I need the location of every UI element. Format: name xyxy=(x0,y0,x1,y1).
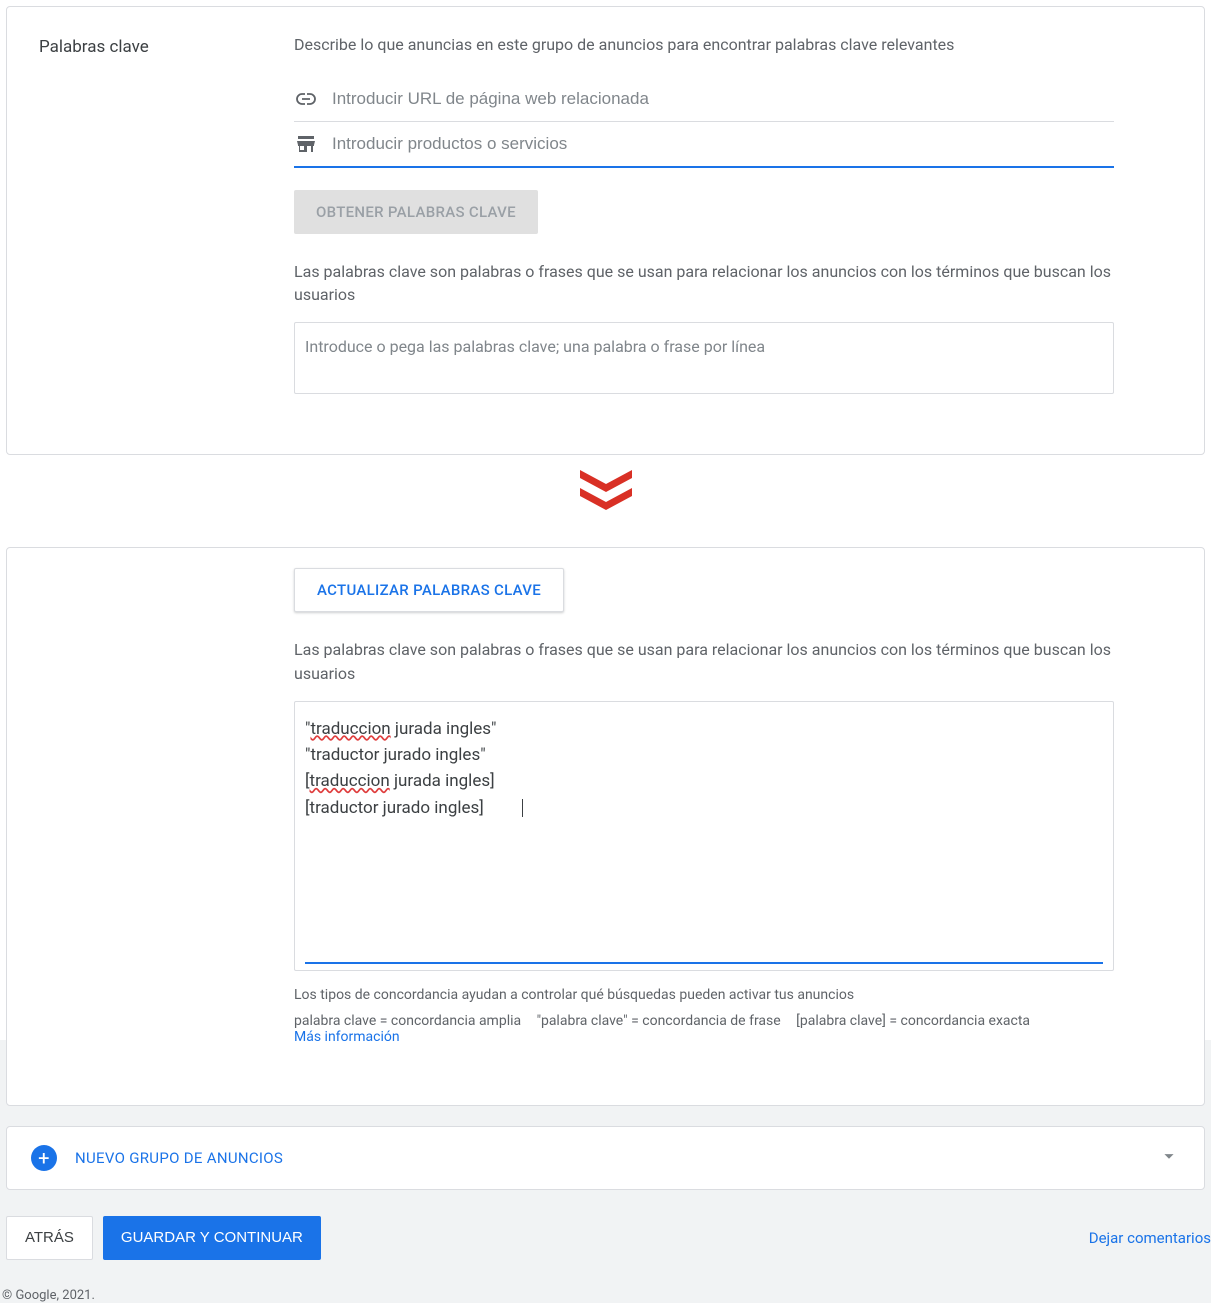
keywords-textarea-content: "traduccion jurada ingles""traductor jur… xyxy=(295,702,1113,962)
scroll-chevron-divider xyxy=(0,455,1211,527)
feedback-link[interactable]: Dejar comentarios xyxy=(1089,1229,1211,1247)
update-keywords-button[interactable]: ACTUALIZAR PALABRAS CLAVE xyxy=(294,568,564,612)
textarea-focus-indicator xyxy=(305,962,1103,964)
wizard-footer: ATRÁS GUARDAR Y CONTINUAR Dejar comentar… xyxy=(0,1190,1211,1260)
plus-icon: + xyxy=(31,1145,57,1171)
keywords-textarea-placeholder: Introduce o pega las palabras clave; una… xyxy=(295,323,1113,393)
keywords-top-main: Describe lo que anuncias en este grupo d… xyxy=(294,35,1114,394)
keyword-line: "traduccion jurada ingles" xyxy=(305,716,1103,742)
get-keywords-button: OBTENER PALABRAS CLAVE xyxy=(294,190,538,234)
legend-broad: palabra clave = concordancia amplia xyxy=(294,1013,521,1029)
products-input-row xyxy=(294,122,1114,168)
keywords-description: Describe lo que anuncias en este grupo d… xyxy=(294,35,1114,54)
keyword-line: "traductor jurado ingles" xyxy=(305,742,1103,768)
storefront-icon xyxy=(294,132,318,156)
keywords-card-bottom: ACTUALIZAR PALABRAS CLAVE Las palabras c… xyxy=(6,547,1205,1105)
products-input[interactable] xyxy=(332,134,1114,154)
double-chevron-down-icon xyxy=(574,470,638,512)
keywords-textarea-bottom[interactable]: "traduccion jurada ingles""traductor jur… xyxy=(294,701,1114,971)
new-ad-group-label: NUEVO GRUPO DE ANUNCIOS xyxy=(75,1149,283,1167)
url-input-row xyxy=(294,76,1114,122)
section-title: Palabras clave xyxy=(39,35,234,394)
keywords-help-text-top: Las palabras clave son palabras o frases… xyxy=(294,260,1114,306)
section-title-bottom xyxy=(39,568,234,1044)
text-caret xyxy=(484,798,523,818)
legend-phrase: "palabra clave" = concordancia de frase xyxy=(537,1013,781,1029)
keywords-bottom-main: ACTUALIZAR PALABRAS CLAVE Las palabras c… xyxy=(294,568,1114,1044)
keywords-card-top: Palabras clave Describe lo que anuncias … xyxy=(6,6,1205,455)
new-ad-group-button[interactable]: + NUEVO GRUPO DE ANUNCIOS xyxy=(6,1126,1205,1190)
keywords-help-text-bottom: Las palabras clave son palabras o frases… xyxy=(294,638,1114,684)
save-continue-button[interactable]: GUARDAR Y CONTINUAR xyxy=(103,1216,321,1260)
keyword-line: [traductor jurado ingles] xyxy=(305,795,1103,821)
learn-more-link[interactable]: Más información xyxy=(294,1029,400,1045)
url-input[interactable] xyxy=(332,89,1114,109)
back-button[interactable]: ATRÁS xyxy=(6,1216,93,1260)
copyright-text: © Google, 2021. xyxy=(0,1260,1211,1303)
keywords-textarea-top[interactable]: Introduce o pega las palabras clave; una… xyxy=(294,322,1114,394)
keyword-line: [traduccion jurada ingles] xyxy=(305,768,1103,794)
match-type-info: Los tipos de concordancia ayudan a contr… xyxy=(294,987,1114,1003)
match-type-legend: palabra clave = concordancia amplia "pal… xyxy=(294,1013,1114,1029)
legend-exact: [palabra clave] = concordancia exacta xyxy=(796,1013,1030,1029)
link-icon xyxy=(294,87,318,111)
chevron-down-icon xyxy=(1158,1145,1180,1171)
